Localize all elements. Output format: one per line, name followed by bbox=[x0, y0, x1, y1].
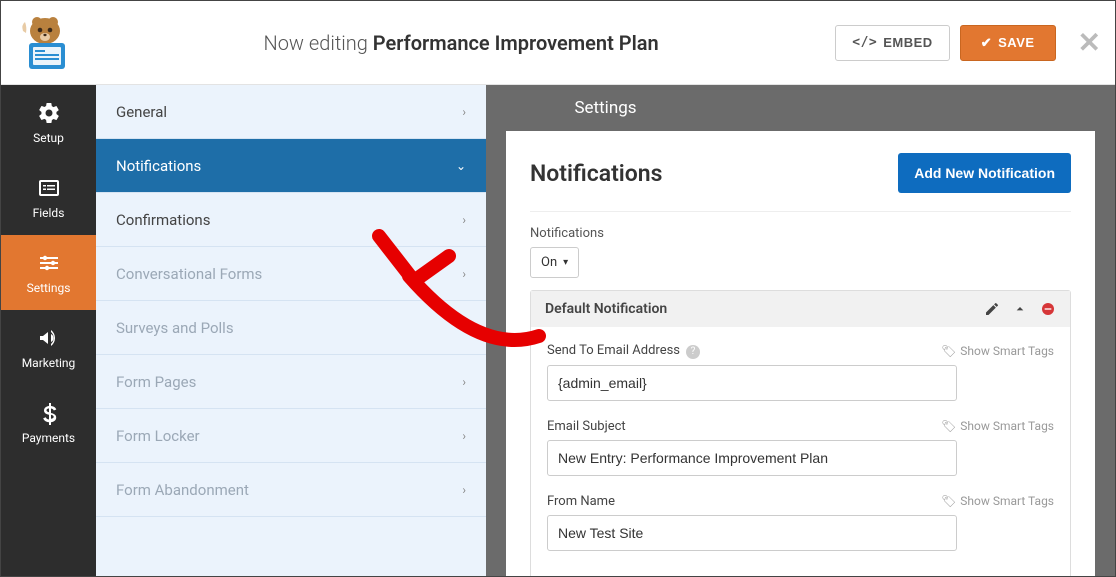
check-icon: ✔ bbox=[981, 35, 992, 51]
nav-marketing[interactable]: Marketing bbox=[1, 310, 96, 385]
panel-title: Notifications bbox=[530, 160, 662, 187]
code-icon: </> bbox=[852, 35, 877, 50]
submenu-label: Surveys and Polls bbox=[116, 319, 234, 337]
main-panel: Settings Notifications Add New Notificat… bbox=[486, 85, 1115, 576]
submenu-item-form-pages[interactable]: Form Pages › bbox=[96, 355, 486, 409]
bullhorn-icon bbox=[37, 326, 61, 350]
embed-label: EMBED bbox=[883, 35, 932, 50]
send-to-input[interactable] bbox=[547, 365, 957, 401]
editing-prefix: Now editing bbox=[264, 31, 368, 55]
close-icon[interactable]: ✕ bbox=[1078, 26, 1101, 59]
save-button[interactable]: ✔ SAVE bbox=[960, 25, 1056, 61]
add-notification-button[interactable]: Add New Notification bbox=[898, 153, 1071, 193]
nav-payments[interactable]: Payments bbox=[1, 385, 96, 460]
tag-icon: 🏷 bbox=[941, 344, 956, 358]
form-name: Performance Improvement Plan bbox=[373, 31, 659, 55]
submenu-label: General bbox=[116, 103, 167, 121]
nav-settings-label: Settings bbox=[27, 281, 71, 295]
chevron-down-icon: ▾ bbox=[563, 257, 568, 268]
embed-button[interactable]: </> EMBED bbox=[835, 25, 949, 61]
notifications-toggle-label: Notifications bbox=[530, 226, 1071, 241]
chevron-right-icon: › bbox=[462, 375, 466, 389]
nav-setup-label: Setup bbox=[33, 131, 64, 145]
submenu-item-form-abandonment[interactable]: Form Abandonment › bbox=[96, 463, 486, 517]
nav-fields[interactable]: Fields bbox=[1, 160, 96, 235]
nav-payments-label: Payments bbox=[22, 431, 75, 445]
subject-input[interactable] bbox=[547, 440, 957, 476]
submenu-label: Confirmations bbox=[116, 211, 210, 229]
submenu-label: Form Pages bbox=[116, 373, 196, 391]
send-to-label: Send To Email Address? bbox=[547, 343, 700, 359]
delete-icon[interactable] bbox=[1040, 301, 1056, 317]
app-logo bbox=[15, 13, 75, 73]
tag-icon: 🏷 bbox=[941, 419, 956, 433]
smart-tags-link-3[interactable]: 🏷Show Smart Tags bbox=[941, 494, 1054, 508]
sliders-icon bbox=[37, 251, 61, 275]
tag-icon: 🏷 bbox=[941, 494, 956, 508]
settings-submenu: General›Notifications⌄Confirmations›Conv… bbox=[96, 85, 486, 576]
submenu-item-confirmations[interactable]: Confirmations › bbox=[96, 193, 486, 247]
nav-setup[interactable]: Setup bbox=[1, 85, 96, 160]
submenu-item-surveys-and-polls[interactable]: Surveys and Polls › bbox=[96, 301, 486, 355]
submenu-label: Form Locker bbox=[116, 427, 200, 445]
nav-settings[interactable]: Settings bbox=[1, 235, 96, 310]
chevron-right-icon: › bbox=[462, 105, 466, 119]
smart-tags-link-2[interactable]: 🏷Show Smart Tags bbox=[941, 419, 1054, 433]
chevron-right-icon: › bbox=[462, 267, 466, 281]
chevron-right-icon: › bbox=[462, 429, 466, 443]
chevron-right-icon: › bbox=[462, 483, 466, 497]
list-icon bbox=[37, 176, 61, 200]
notification-name: Default Notification bbox=[545, 301, 667, 317]
submenu-label: Form Abandonment bbox=[116, 481, 249, 499]
submenu-item-general[interactable]: General › bbox=[96, 85, 486, 139]
submenu-item-form-locker[interactable]: Form Locker › bbox=[96, 409, 486, 463]
submenu-label: Notifications bbox=[116, 157, 201, 175]
nav-fields-label: Fields bbox=[33, 206, 65, 220]
save-label: SAVE bbox=[998, 35, 1034, 50]
collapse-icon[interactable] bbox=[1012, 301, 1028, 317]
chevron-right-icon: › bbox=[462, 321, 466, 335]
default-notification-card: Default Notification Send To Email Addre… bbox=[530, 290, 1071, 576]
toggle-value: On bbox=[541, 255, 557, 270]
icon-sidebar: Setup Fields Settings Marketing Payments bbox=[1, 85, 96, 576]
page-title: Now editing Performance Improvement Plan bbox=[87, 31, 835, 55]
from-name-input[interactable] bbox=[547, 515, 957, 551]
dollar-icon bbox=[37, 401, 61, 425]
submenu-label: Conversational Forms bbox=[116, 265, 262, 283]
notifications-toggle[interactable]: On ▾ bbox=[530, 247, 579, 278]
submenu-item-notifications[interactable]: Notifications ⌄ bbox=[96, 139, 486, 193]
header-bar: Now editing Performance Improvement Plan… bbox=[1, 1, 1115, 85]
smart-tags-link[interactable]: 🏷Show Smart Tags bbox=[941, 344, 1054, 358]
submenu-item-conversational-forms[interactable]: Conversational Forms › bbox=[96, 247, 486, 301]
edit-icon[interactable] bbox=[984, 301, 1000, 317]
gear-icon bbox=[37, 101, 61, 125]
subject-label: Email Subject bbox=[547, 419, 626, 434]
help-icon[interactable]: ? bbox=[686, 345, 700, 359]
chevron-right-icon: › bbox=[462, 213, 466, 227]
from-name-label: From Name bbox=[547, 494, 615, 509]
nav-marketing-label: Marketing bbox=[22, 356, 76, 370]
chevron-down-icon: ⌄ bbox=[456, 159, 466, 173]
